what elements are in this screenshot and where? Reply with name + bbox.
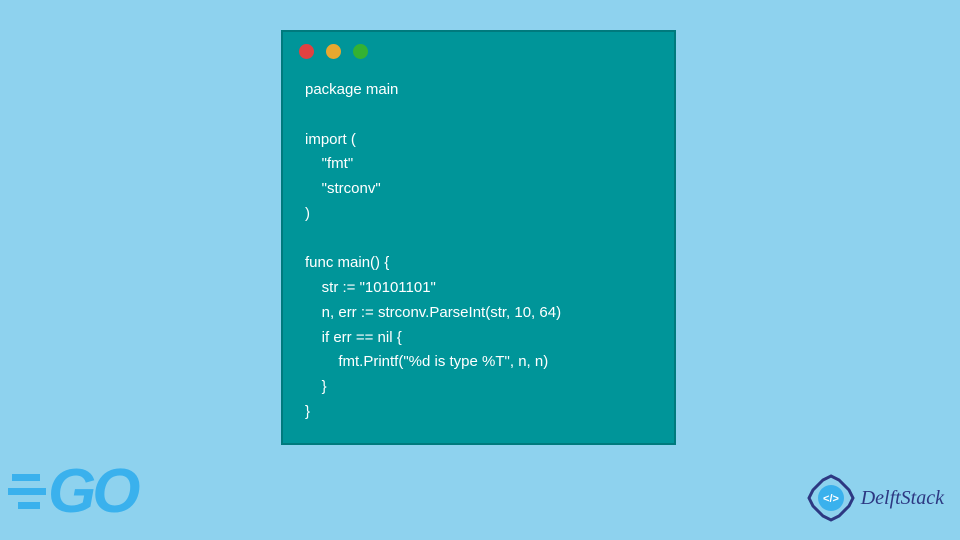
window-titlebar bbox=[283, 32, 674, 70]
go-logo-text: GO bbox=[48, 456, 136, 527]
code-window: package main import ( "fmt" "strconv" ) … bbox=[281, 30, 676, 445]
close-icon bbox=[299, 44, 314, 59]
code-line: n, err := strconv.ParseInt(str, 10, 64) bbox=[305, 304, 561, 321]
code-line: fmt.Printf("%d is type %T", n, n) bbox=[305, 353, 548, 370]
go-logo: GO bbox=[12, 459, 187, 524]
minimize-icon bbox=[326, 44, 341, 59]
code-content: package main import ( "fmt" "strconv" ) … bbox=[283, 70, 674, 433]
delftstack-logo-text: DelftStack bbox=[861, 487, 944, 510]
code-line: import ( bbox=[305, 131, 356, 148]
svg-text:</>: </> bbox=[823, 493, 839, 505]
code-line: ) bbox=[305, 205, 310, 222]
code-line: str := "10101101" bbox=[305, 279, 436, 296]
code-line: "fmt" bbox=[305, 155, 353, 172]
code-line: } bbox=[305, 403, 310, 420]
delftstack-logo: </> DelftStack bbox=[807, 474, 944, 522]
maximize-icon bbox=[353, 44, 368, 59]
code-line: } bbox=[305, 378, 327, 395]
code-line: "strconv" bbox=[305, 180, 381, 197]
delftstack-icon: </> bbox=[807, 474, 855, 522]
code-line: package main bbox=[305, 81, 398, 98]
code-line: func main() { bbox=[305, 254, 389, 271]
code-line: if err == nil { bbox=[305, 329, 402, 346]
go-stripes-icon bbox=[12, 474, 46, 509]
